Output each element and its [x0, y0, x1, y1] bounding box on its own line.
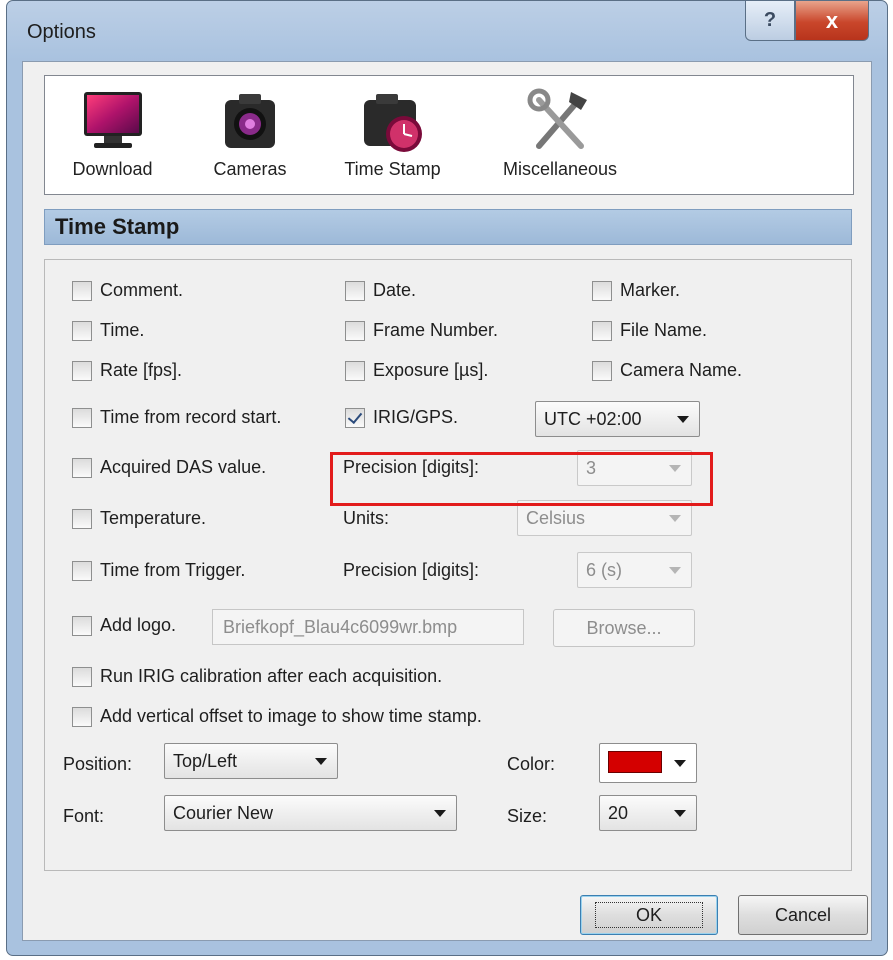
- temperature-units-label: Units:: [343, 508, 390, 528]
- color-swatch: [608, 751, 662, 773]
- dialog-content: Download Cameras Time Stamp Miscellaneou…: [22, 61, 872, 941]
- help-button[interactable]: ?: [745, 1, 795, 41]
- font-value: Courier New: [173, 803, 274, 823]
- logo-file-field[interactable]: Briefkopf_Blau4c6099wr.bmp: [212, 609, 524, 645]
- chevron-down-icon: [677, 416, 689, 423]
- chevron-down-icon: [674, 810, 686, 817]
- toolbar-download[interactable]: Download: [55, 76, 170, 194]
- trigger-precision-label: Precision [digits]:: [343, 560, 480, 580]
- chevron-down-icon: [669, 515, 681, 522]
- irig-gps-label: IRIG/GPS.: [373, 407, 459, 427]
- time-from-record-start-label: Time from record start.: [100, 407, 282, 427]
- time-checkbox[interactable]: [72, 321, 92, 341]
- run-irig-calibration-checkbox[interactable]: [72, 667, 92, 687]
- add-logo-label: Add logo.: [100, 615, 177, 635]
- tools-icon: [527, 88, 587, 149]
- toolbar-cameras[interactable]: Cameras: [195, 76, 305, 194]
- rate-label: Rate [fps].: [100, 360, 183, 380]
- date-label: Date.: [373, 280, 417, 300]
- chevron-down-icon: [669, 567, 681, 574]
- camera-name-checkbox[interactable]: [592, 361, 612, 381]
- marker-checkbox[interactable]: [592, 281, 612, 301]
- irig-timezone-dropdown[interactable]: UTC +02:00: [535, 401, 700, 437]
- file-name-checkbox[interactable]: [592, 321, 612, 341]
- trigger-precision-dropdown[interactable]: 6 (s): [577, 552, 692, 588]
- color-label: Color:: [507, 754, 556, 774]
- trigger-precision-value: 6 (s): [586, 560, 622, 580]
- close-button[interactable]: x: [795, 1, 869, 41]
- chevron-down-icon: [674, 760, 686, 767]
- time-from-trigger-checkbox[interactable]: [72, 561, 92, 581]
- acquired-das-checkbox[interactable]: [72, 458, 92, 478]
- time-from-record-start-checkbox[interactable]: [72, 408, 92, 428]
- camera-clock-icon: [363, 94, 422, 152]
- temperature-checkbox[interactable]: [72, 509, 92, 529]
- add-vertical-offset-label: Add vertical offset to image to show tim…: [100, 706, 482, 726]
- date-checkbox[interactable]: [345, 281, 365, 301]
- exposure-checkbox[interactable]: [345, 361, 365, 381]
- toolbar-time-stamp[interactable]: Time Stamp: [325, 76, 460, 194]
- font-label: Font:: [63, 806, 105, 826]
- time-from-trigger-label: Time from Trigger.: [100, 560, 246, 580]
- temperature-units-value: Celsius: [526, 508, 586, 528]
- toolbar-miscellaneous[interactable]: Miscellaneous: [485, 76, 635, 194]
- ok-button[interactable]: OK: [580, 895, 718, 935]
- frame-number-label: Frame Number.: [373, 320, 499, 340]
- ok-button-label: OK: [594, 902, 703, 928]
- camera-name-label: Camera Name.: [620, 360, 743, 380]
- marker-label: Marker.: [620, 280, 681, 300]
- irig-timezone-value: UTC +02:00: [544, 409, 642, 429]
- comment-checkbox[interactable]: [72, 281, 92, 301]
- close-icon: x: [825, 7, 839, 33]
- camera-icon: [225, 94, 275, 148]
- help-icon: ?: [763, 9, 777, 31]
- browse-button[interactable]: Browse...: [553, 609, 695, 647]
- size-value: 20: [608, 803, 629, 823]
- color-picker[interactable]: [599, 743, 697, 783]
- category-toolbar: Download Cameras Time Stamp Miscellaneou…: [44, 75, 854, 195]
- irig-gps-highlight: [330, 452, 713, 506]
- monitor-icon: [83, 92, 142, 148]
- size-label: Size:: [507, 806, 548, 826]
- window-title: Options: [27, 21, 96, 43]
- irig-gps-checkbox[interactable]: [345, 408, 365, 428]
- position-dropdown[interactable]: Top/Left: [164, 743, 338, 779]
- font-dropdown[interactable]: Courier New: [164, 795, 457, 831]
- frame-number-checkbox[interactable]: [345, 321, 365, 341]
- position-value: Top/Left: [173, 751, 238, 771]
- file-name-label: File Name.: [620, 320, 708, 340]
- chevron-down-icon: [434, 810, 446, 817]
- acquired-das-label: Acquired DAS value.: [100, 457, 267, 477]
- temperature-label: Temperature.: [100, 508, 207, 528]
- toolbar-download-label: Download: [72, 159, 153, 179]
- rate-checkbox[interactable]: [72, 361, 92, 381]
- section-title: Time Stamp: [44, 209, 852, 245]
- add-logo-checkbox[interactable]: [72, 616, 92, 636]
- toolbar-time-stamp-label: Time Stamp: [344, 159, 441, 179]
- exposure-label: Exposure [µs].: [373, 360, 489, 380]
- run-irig-calibration-label: Run IRIG calibration after each acquisit…: [100, 666, 443, 686]
- cancel-button[interactable]: Cancel: [738, 895, 868, 935]
- options-dialog: Options ? x Download Cameras Time Stamp …: [6, 0, 888, 956]
- toolbar-miscellaneous-label: Miscellaneous: [502, 159, 618, 179]
- time-label: Time.: [100, 320, 145, 340]
- toolbar-cameras-label: Cameras: [213, 159, 287, 179]
- add-vertical-offset-checkbox[interactable]: [72, 707, 92, 727]
- size-dropdown[interactable]: 20: [599, 795, 697, 831]
- chevron-down-icon: [315, 758, 327, 765]
- position-label: Position:: [63, 754, 133, 774]
- comment-label: Comment.: [100, 280, 184, 300]
